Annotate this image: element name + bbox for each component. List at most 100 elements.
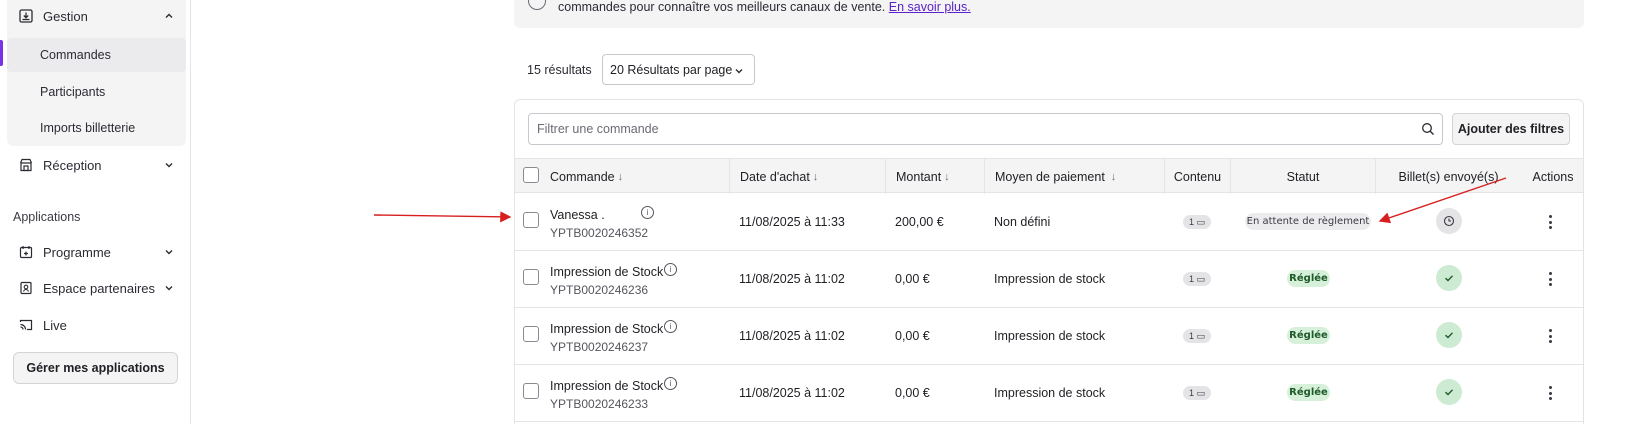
order-name: Vanessa . (550, 208, 605, 222)
sidebar-item-label: Commandes (40, 48, 111, 62)
store-icon (19, 158, 33, 172)
nav-programme[interactable]: Programme (7, 234, 186, 270)
chevron-down-icon (164, 247, 174, 257)
column-statut: Statut (1230, 159, 1375, 194)
nav-live[interactable]: Live (7, 307, 186, 343)
sidebar: Gestion Commandes Participants Imports b… (0, 0, 191, 424)
column-label: Statut (1286, 169, 1320, 184)
status-badge: En attente de règlement (1245, 213, 1371, 230)
row-checkbox[interactable] (523, 383, 539, 399)
row-checkbox[interactable] (523, 269, 539, 285)
clock-icon (1443, 215, 1455, 227)
column-commande[interactable]: Commande ↓ (550, 159, 720, 194)
ticket-count: 1 (1188, 388, 1194, 398)
banner-text: commandes pour connaître vos meilleurs c… (558, 0, 971, 14)
banner-message: commandes pour connaître vos meilleurs c… (558, 0, 886, 14)
order-name: Impression de Stock (550, 322, 664, 336)
column-label: Commande (550, 169, 615, 184)
row-actions-menu[interactable] (1548, 386, 1552, 400)
ticket-count: 1 (1188, 217, 1194, 227)
order-ref: YPTB0020246352 (550, 226, 649, 240)
ticket-count-badge: 1 ▭ (1183, 329, 1211, 343)
payment-method: Impression de stock (994, 386, 1106, 400)
orders-table: Ajouter des filtres Commande↓ Date d'ach… (514, 99, 1584, 424)
order-ref: YPTB0020246236 (550, 283, 649, 297)
column-label: Billet(s) envoyé(s) (1398, 169, 1499, 184)
search-icon[interactable] (1421, 122, 1435, 139)
row-checkbox[interactable] (523, 212, 539, 228)
active-indicator (0, 40, 3, 66)
ticket-icon: ▭ (1196, 273, 1206, 284)
manage-apps-button[interactable]: Gérer mes applications (13, 352, 178, 384)
status-badge: Réglée (1287, 327, 1330, 344)
sent-status (1436, 208, 1462, 234)
per-page-value: 20 Résultats par page (610, 62, 733, 77)
info-icon[interactable]: i (641, 206, 654, 219)
results-count: 15 résultats (527, 63, 592, 77)
order-ref: YPTB0020246237 (550, 340, 649, 354)
table-row[interactable]: Impression de Stock i YPTB0020246237 11/… (515, 308, 1583, 365)
chevron-up-icon (164, 11, 174, 21)
nav-reception-label: Réception (43, 157, 102, 173)
ticket-icon: ▭ (1196, 216, 1206, 227)
column-label: Date d'achat (740, 169, 810, 184)
table-row[interactable]: Impression de Stock i YPTB0020246233 11/… (515, 365, 1583, 422)
nav-espace-partenaires[interactable]: Espace partenaires (7, 270, 186, 306)
order-amount: 0,00 € (895, 386, 930, 400)
check-icon (1445, 389, 1454, 396)
payment-method: Impression de stock (994, 272, 1106, 286)
badge-icon (19, 281, 33, 295)
section-applications: Applications (13, 210, 81, 224)
select-all-checkbox[interactable] (523, 167, 539, 183)
column-label: Moyen de paiement (995, 169, 1105, 184)
column-date-achat[interactable]: Date d'achat ↓ (729, 159, 885, 194)
ticket-count: 1 (1188, 274, 1194, 284)
sent-status (1436, 265, 1462, 291)
sidebar-item-label: Participants (40, 85, 106, 99)
order-name: Impression de Stock (550, 265, 664, 279)
sidebar-item-commandes[interactable]: Commandes (7, 38, 186, 72)
column-moyen-paiement[interactable]: Moyen de paiement ↓ (984, 159, 1164, 194)
sidebar-item-participants[interactable]: Participants (7, 75, 186, 109)
sort-arrow-icon: ↓ (1110, 170, 1117, 183)
chevron-down-icon (164, 283, 174, 293)
sort-arrow-icon: ↓ (617, 170, 624, 183)
nav-espace-partenaires-label: Espace partenaires (43, 280, 156, 296)
annotation-arrow (373, 211, 512, 223)
info-icon[interactable]: i (664, 320, 677, 333)
ticket-count-badge: 1 ▭ (1183, 386, 1211, 400)
nav-programme-label: Programme (43, 244, 111, 260)
ticket-count-badge: 1 ▭ (1183, 272, 1211, 286)
table-row[interactable]: Vanessa . i YPTB0020246352 11/08/2025 à … (515, 194, 1583, 251)
sidebar-item-label: Imports billetterie (40, 121, 136, 135)
learn-more-link[interactable]: En savoir plus. (889, 0, 971, 14)
order-amount: 0,00 € (895, 329, 930, 343)
column-billets-envoyes: Billet(s) envoyé(s) (1375, 159, 1521, 194)
nav-reception[interactable]: Réception (7, 147, 186, 183)
column-label: Montant (896, 169, 942, 184)
table-row[interactable]: Impression de Stock i YPTB0020246236 11/… (515, 251, 1583, 308)
row-actions-menu[interactable] (1548, 329, 1552, 343)
filter-order-input[interactable] (528, 113, 1443, 145)
check-icon (1445, 275, 1454, 282)
row-checkbox[interactable] (523, 326, 539, 342)
add-filters-button[interactable]: Ajouter des filtres (1452, 113, 1570, 145)
download-box-icon (19, 9, 33, 23)
per-page-select[interactable]: 20 Résultats par page (602, 54, 755, 85)
ticket-count-badge: 1 ▭ (1183, 215, 1211, 229)
ticket-icon: ▭ (1196, 330, 1206, 341)
nav-gestion[interactable]: Gestion (7, 0, 186, 38)
sidebar-item-imports-billetterie[interactable]: Imports billetterie (7, 111, 186, 145)
sort-arrow-icon: ↓ (812, 170, 819, 183)
order-amount: 200,00 € (895, 215, 944, 229)
column-montant[interactable]: Montant ↓ (885, 159, 984, 194)
info-icon[interactable]: i (664, 377, 677, 390)
row-actions-menu[interactable] (1548, 215, 1552, 229)
row-actions-menu[interactable] (1548, 272, 1552, 286)
order-amount: 0,00 € (895, 272, 930, 286)
info-banner: commandes pour connaître vos meilleurs c… (514, 0, 1584, 28)
info-icon[interactable]: i (664, 263, 677, 276)
check-icon (1445, 332, 1454, 339)
column-actions: Actions (1521, 159, 1583, 194)
order-date: 11/08/2025 à 11:33 (739, 215, 845, 229)
